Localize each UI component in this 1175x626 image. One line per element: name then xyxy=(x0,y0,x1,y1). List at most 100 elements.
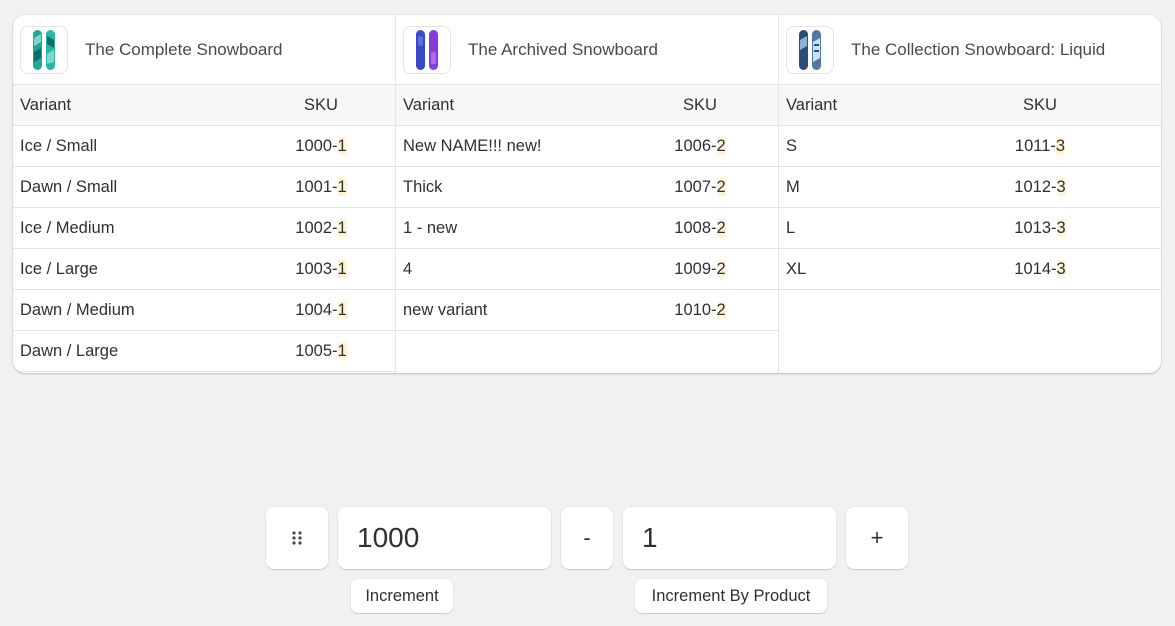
table-row: New NAME!!! new! 1006-2 xyxy=(396,125,778,167)
variant-cell: Dawn / Small xyxy=(13,166,247,208)
sku-suffix-highlight: 3 xyxy=(1056,259,1066,278)
sku-cell: 1003-1 xyxy=(247,248,395,290)
increment-input[interactable]: 1000 xyxy=(338,507,551,569)
variant-cell: Thick xyxy=(396,166,622,208)
sku-suffix-highlight: 1 xyxy=(337,300,347,319)
sku-suffix-highlight: 1 xyxy=(337,177,347,196)
sku-suffix-highlight: 1 xyxy=(337,136,347,155)
sku-cell: 1001-1 xyxy=(247,166,395,208)
sku-column-header: SKU xyxy=(247,85,395,126)
snowboard-image-icon xyxy=(799,29,821,70)
sku-suffix-highlight: 1 xyxy=(337,259,347,278)
sku-cell: 1010-2 xyxy=(622,289,778,331)
product-header: The Collection Snowboard: Liquid xyxy=(779,15,1161,85)
variant-table: Variant SKU New NAME!!! new! 1006-2 Thick… xyxy=(396,85,778,331)
sku-prefix: 1009- xyxy=(674,259,717,278)
variant-column-header: Variant xyxy=(779,85,919,126)
sku-suffix-highlight: 3 xyxy=(1055,136,1066,155)
sku-prefix: 1000- xyxy=(295,136,338,155)
table-row: M 1012-3 xyxy=(779,166,1161,208)
snowboard-image-icon xyxy=(33,29,55,70)
variant-cell: L xyxy=(779,207,919,249)
variant-cell: S xyxy=(779,125,919,167)
table-row: S 1011-3 xyxy=(779,125,1161,167)
sku-prefix: 1012- xyxy=(1014,177,1057,196)
snowboard-image-icon xyxy=(416,29,438,70)
variant-cell: Ice / Small xyxy=(13,125,247,167)
table-row: L 1013-3 xyxy=(779,207,1161,249)
sku-prefix: 1001- xyxy=(295,177,338,196)
variant-column-header: Variant xyxy=(13,85,247,126)
sku-prefix: 1007- xyxy=(674,177,717,196)
sku-prefix: 1005- xyxy=(295,341,338,360)
variant-cell: XL xyxy=(779,248,919,290)
sku-prefix: 1004- xyxy=(295,300,338,319)
drag-handle-icon xyxy=(292,531,302,545)
product-header: The Complete Snowboard xyxy=(13,15,395,85)
sku-suffix-highlight: 2 xyxy=(716,218,726,237)
table-row: Thick 1007-2 xyxy=(396,166,778,208)
variant-cell: Dawn / Large xyxy=(13,330,247,372)
sku-prefix: 1011- xyxy=(1014,136,1056,155)
table-row: Dawn / Small 1001-1 xyxy=(13,166,395,208)
table-row: XL 1014-3 xyxy=(779,248,1161,290)
sku-cell: 1008-2 xyxy=(622,207,778,249)
product-column-archived: The Archived Snowboard Variant SKU New N… xyxy=(396,15,779,373)
variant-cell: Ice / Medium xyxy=(13,207,247,249)
increment-by-product-label: Increment By Product xyxy=(635,579,827,613)
sku-suffix-highlight: 1 xyxy=(337,341,347,360)
product-title: The Archived Snowboard xyxy=(468,39,658,59)
variant-cell: new variant xyxy=(396,289,622,331)
sku-cell: 1007-2 xyxy=(622,166,778,208)
table-header-row: Variant SKU xyxy=(13,85,395,126)
sku-prefix: 1002- xyxy=(295,218,338,237)
drag-handle[interactable] xyxy=(266,507,328,569)
increment-by-product-input[interactable]: 1 xyxy=(623,507,836,569)
variant-cell: 4 xyxy=(396,248,622,290)
sku-column-header: SKU xyxy=(919,85,1161,126)
sku-suffix-highlight: 2 xyxy=(716,259,726,278)
decrement-button[interactable]: - xyxy=(561,507,613,569)
sku-cell: 1004-1 xyxy=(247,289,395,331)
variant-column-header: Variant xyxy=(396,85,622,126)
table-row: 1 - new 1008-2 xyxy=(396,207,778,249)
sku-column-header: SKU xyxy=(622,85,778,126)
variant-cell: 1 - new xyxy=(396,207,622,249)
variant-cell: Dawn / Medium xyxy=(13,289,247,331)
table-row: 4 1009-2 xyxy=(396,248,778,290)
sku-cell: 1011-3 xyxy=(919,125,1161,167)
table-row: new variant 1010-2 xyxy=(396,289,778,331)
sku-cell: 1009-2 xyxy=(622,248,778,290)
product-column-collection-liquid: The Collection Snowboard: Liquid Variant… xyxy=(779,15,1161,373)
sku-cell: 1006-2 xyxy=(622,125,778,167)
increment-label: Increment xyxy=(351,579,453,613)
sku-cell: 1005-1 xyxy=(247,330,395,372)
sku-suffix-highlight: 2 xyxy=(716,177,726,196)
sku-prefix: 1003- xyxy=(295,259,338,278)
sku-suffix-highlight: 2 xyxy=(716,136,726,155)
product-thumbnail xyxy=(403,25,451,74)
sku-cell: 1012-3 xyxy=(919,166,1161,208)
table-row: Ice / Large 1003-1 xyxy=(13,248,395,290)
product-thumbnail xyxy=(786,25,834,74)
sku-cell: 1002-1 xyxy=(247,207,395,249)
product-column-complete: The Complete Snowboard Variant SKU Ice /… xyxy=(13,15,396,373)
variant-cell: Ice / Large xyxy=(13,248,247,290)
table-row: Ice / Small 1000-1 xyxy=(13,125,395,167)
sku-prefix: 1008- xyxy=(674,218,717,237)
sku-prefix: 1006- xyxy=(674,136,717,155)
variant-table: Variant SKU Ice / Small 1000-1 Dawn / Sma… xyxy=(13,85,395,372)
table-row: Dawn / Medium 1004-1 xyxy=(13,289,395,331)
table-row: Ice / Medium 1002-1 xyxy=(13,207,395,249)
sku-cell: 1000-1 xyxy=(247,125,395,167)
sku-suffix-highlight: 2 xyxy=(716,300,726,319)
sku-suffix-highlight: 1 xyxy=(337,218,347,237)
product-thumbnail xyxy=(20,25,68,74)
variant-cell: New NAME!!! new! xyxy=(396,125,622,167)
sku-preview-card: The Complete Snowboard Variant SKU Ice /… xyxy=(13,15,1161,373)
product-header: The Archived Snowboard xyxy=(396,15,778,85)
increment-button[interactable]: + xyxy=(846,507,908,569)
sku-cell: 1013-3 xyxy=(919,207,1161,249)
sku-prefix: 1014- xyxy=(1014,259,1057,278)
sku-cell: 1014-3 xyxy=(919,248,1161,290)
